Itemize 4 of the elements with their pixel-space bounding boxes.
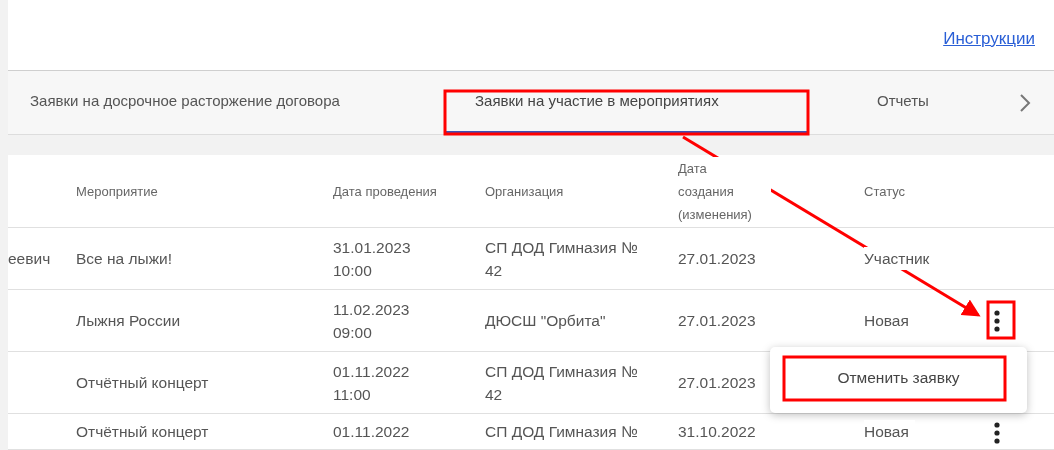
tab[interactable]: Заявки на участие в мероприятиях xyxy=(445,71,808,134)
tab[interactable]: Отчеты xyxy=(808,71,1000,134)
tab[interactable]: Заявки на досрочное расторжение договора xyxy=(8,71,445,134)
instructions-link[interactable]: Инструкции xyxy=(943,26,1035,52)
